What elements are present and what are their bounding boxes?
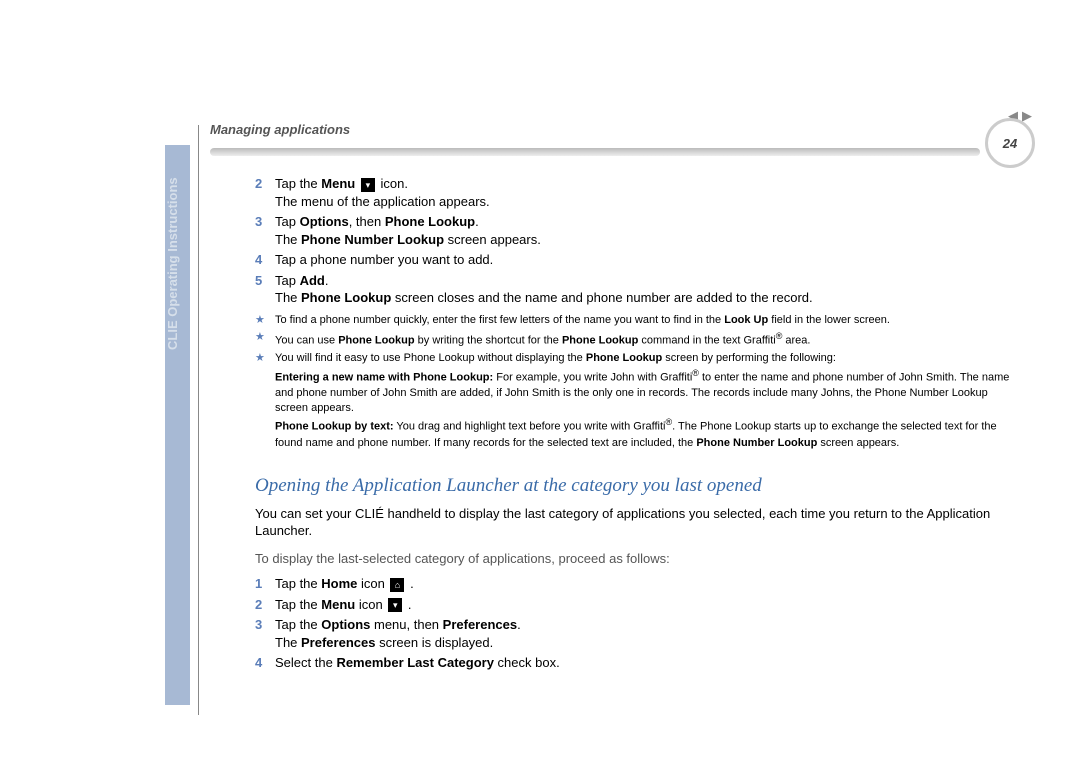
text: The — [275, 232, 301, 247]
text: menu, then — [370, 617, 442, 632]
text: icon — [357, 576, 388, 591]
text-bold: Menu — [321, 176, 355, 191]
text-bold: Phone Number Lookup — [696, 437, 817, 449]
text: Tap a phone number you want to add. — [275, 251, 1015, 269]
step-b4: 4 Select the Remember Last Category chec… — [255, 654, 1015, 672]
text-bold: Menu — [321, 597, 355, 612]
text: field in the lower screen. — [768, 314, 890, 326]
text: The — [275, 635, 301, 650]
tip-3: ★ You will find it easy to use Phone Loo… — [255, 351, 1015, 451]
tip-1: ★ To find a phone number quickly, enter … — [255, 313, 1015, 328]
step-b2: 2 Tap the Menu icon ▾ . — [255, 596, 1015, 614]
tips-block: ★ To find a phone number quickly, enter … — [255, 313, 1015, 451]
text: . — [517, 617, 521, 632]
step-num: 3 — [255, 616, 275, 651]
section-title: Opening the Application Launcher at the … — [255, 473, 1015, 499]
text: You drag and highlight text before you w… — [394, 421, 666, 433]
text: The — [275, 290, 301, 305]
step-b1: 1 Tap the Home icon ⌂ . — [255, 575, 1015, 593]
step-b3: 3 Tap the Options menu, then Preferences… — [255, 616, 1015, 651]
step-num: 4 — [255, 251, 275, 269]
star-icon: ★ — [255, 330, 275, 349]
step-num: 5 — [255, 272, 275, 307]
header-divider — [210, 148, 980, 156]
registered-icon: ® — [692, 368, 699, 378]
text-bold: Options — [300, 214, 349, 229]
page-number-badge: 24 — [985, 118, 1035, 168]
text: , then — [349, 214, 385, 229]
text: command in the text Graffiti — [638, 335, 775, 347]
step-4: 4 Tap a phone number you want to add. — [255, 251, 1015, 269]
text: . — [475, 214, 479, 229]
text-bold: Preferences — [301, 635, 375, 650]
text: screen is displayed. — [375, 635, 493, 650]
text-bold: Phone Lookup — [562, 335, 638, 347]
step-3: 3 Tap Options, then Phone Lookup. The Ph… — [255, 213, 1015, 248]
text-bold: Options — [321, 617, 370, 632]
text-bold: Add — [300, 273, 325, 288]
star-icon: ★ — [255, 351, 275, 451]
text: To find a phone number quickly, enter th… — [275, 314, 724, 326]
text: Select the — [275, 655, 336, 670]
text: . — [325, 273, 329, 288]
text: You will find it easy to use Phone Looku… — [275, 352, 586, 364]
text: icon. — [380, 176, 407, 191]
text: Tap — [275, 214, 300, 229]
text: Tap the — [275, 176, 321, 191]
text: check box. — [494, 655, 560, 670]
text: Tap the — [275, 576, 321, 591]
section-header: Managing applications — [210, 122, 350, 137]
step-num: 4 — [255, 654, 275, 672]
step-num: 1 — [255, 575, 275, 593]
page-content: 2 Tap the Menu ▾ icon. The menu of the a… — [255, 175, 1015, 675]
text: screen appears. — [444, 232, 541, 247]
paragraph-sub: To display the last-selected category of… — [255, 550, 1015, 568]
step-5: 5 Tap Add. The Phone Lookup screen close… — [255, 272, 1015, 307]
text-bold: Preferences — [443, 617, 517, 632]
text: Tap the — [275, 617, 321, 632]
text-bold: Look Up — [724, 314, 768, 326]
text: Tap — [275, 273, 300, 288]
text-bold: Phone Lookup — [586, 352, 662, 364]
text-bold: Phone Lookup — [338, 335, 414, 347]
text: screen closes and the name and phone num… — [391, 290, 812, 305]
text: by writing the shortcut for the — [415, 335, 562, 347]
menu-icon: ▾ — [388, 598, 402, 612]
text: The menu of the application appears. — [275, 194, 490, 209]
step-num: 3 — [255, 213, 275, 248]
text: screen appears. — [817, 437, 899, 449]
text: For example, you write John with Graffit… — [493, 371, 692, 383]
text: Tap the — [275, 597, 321, 612]
tip-2: ★ You can use Phone Lookup by writing th… — [255, 330, 1015, 349]
step-num: 2 — [255, 175, 275, 210]
text: You can use — [275, 335, 338, 347]
text: screen by performing the following: — [662, 352, 836, 364]
text: icon — [355, 597, 386, 612]
text-bold: Remember Last Category — [336, 655, 494, 670]
text-bold: Phone Lookup — [385, 214, 475, 229]
step-num: 2 — [255, 596, 275, 614]
star-icon: ★ — [255, 313, 275, 328]
home-icon: ⌂ — [390, 578, 404, 592]
paragraph: You can set your CLIÉ handheld to displa… — [255, 505, 1015, 540]
text-bold: Home — [321, 576, 357, 591]
page-number: 24 — [1003, 136, 1017, 151]
menu-icon: ▾ — [361, 178, 375, 192]
sidebar-label: CLIE Operating Instructions — [165, 177, 180, 350]
text-bold: Phone Lookup by text: — [275, 421, 394, 433]
text-bold: Phone Number Lookup — [301, 232, 444, 247]
vertical-divider — [198, 125, 199, 715]
text-bold: Phone Lookup — [301, 290, 391, 305]
text-bold: Entering a new name with Phone Lookup: — [275, 371, 493, 383]
step-2: 2 Tap the Menu ▾ icon. The menu of the a… — [255, 175, 1015, 210]
text: area. — [782, 335, 810, 347]
